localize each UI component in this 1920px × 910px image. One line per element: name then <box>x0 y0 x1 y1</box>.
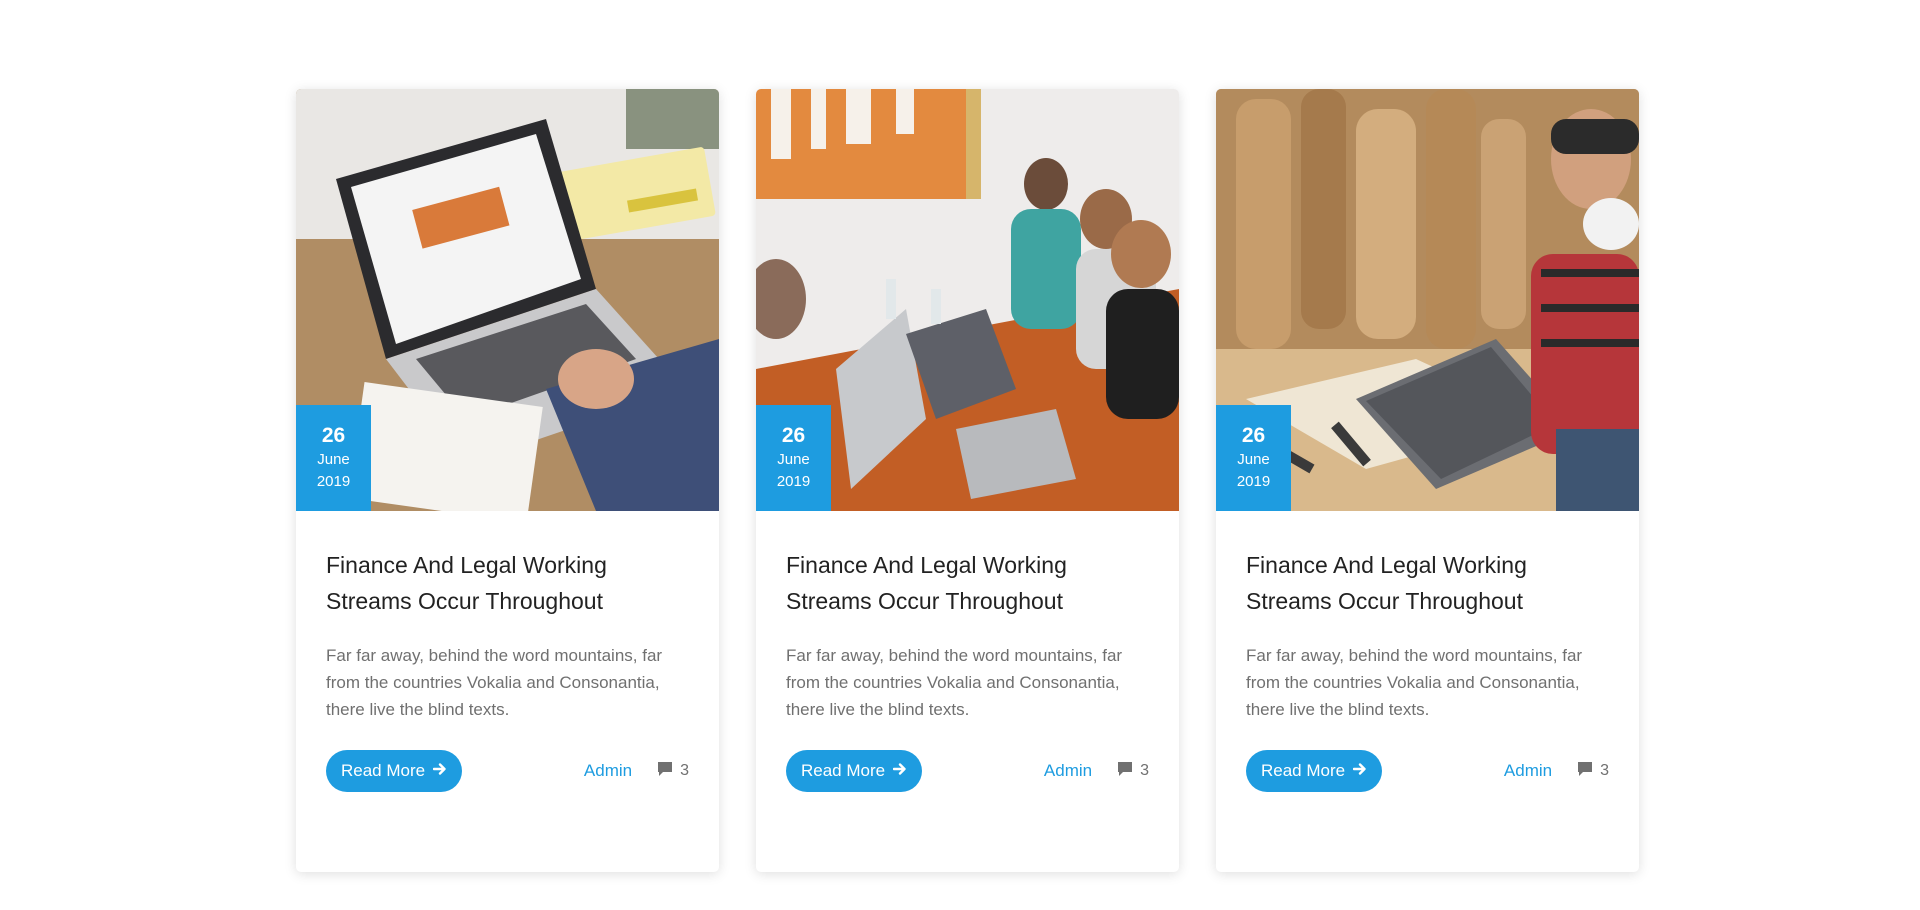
date-badge: 26 June 2019 <box>296 405 371 511</box>
card-body: Finance And Legal Working Streams Occur … <box>1216 511 1639 792</box>
meta-right: Admin 3 <box>1504 760 1609 783</box>
date-year: 2019 <box>776 473 811 490</box>
excerpt-line: there live the blind texts. <box>786 700 970 719</box>
author-link[interactable]: Admin <box>1504 761 1552 781</box>
read-more-label: Read More <box>801 761 886 780</box>
read-more-label: Read More <box>341 761 426 780</box>
card-body: Finance And Legal Working Streams Occur … <box>296 511 719 792</box>
post-excerpt: Far far away, behind the word mountains,… <box>786 642 1149 723</box>
excerpt-line: there live the blind texts. <box>326 700 510 719</box>
post-image-team-meeting[interactable]: 26 June 2019 <box>756 89 1179 511</box>
comment-count: 3 <box>1140 762 1149 779</box>
blog-card: 26 June 2019 Finance And Legal Working S… <box>296 89 719 872</box>
arrow-right-icon <box>892 761 907 781</box>
author-link[interactable]: Admin <box>584 761 632 781</box>
date-month: June <box>777 451 810 468</box>
card-meta: Read More Admin 3 <box>1246 750 1609 792</box>
arrow-right-icon <box>1352 761 1367 781</box>
post-title-line: Finance And Legal Working <box>786 552 1067 578</box>
date-day: 26 <box>321 424 346 447</box>
comment-icon <box>656 760 674 783</box>
post-excerpt: Far far away, behind the word mountains,… <box>1246 642 1609 723</box>
date-year: 2019 <box>1236 473 1271 490</box>
card-body: Finance And Legal Working Streams Occur … <box>756 511 1179 792</box>
date-month: June <box>1237 451 1270 468</box>
read-more-label: Read More <box>1261 761 1346 780</box>
card-meta: Read More Admin 3 <box>326 750 689 792</box>
meta-right: Admin 3 <box>1044 760 1149 783</box>
meta-right: Admin 3 <box>584 760 689 783</box>
card-meta: Read More Admin 3 <box>786 750 1149 792</box>
post-image-woodworker[interactable]: 26 June 2019 <box>1216 89 1639 511</box>
date-year: 2019 <box>316 473 351 490</box>
post-title[interactable]: Finance And Legal Working Streams Occur … <box>326 547 689 619</box>
excerpt-line: from the countries Vokalia and Consonant… <box>1246 673 1580 692</box>
post-title-line: Finance And Legal Working <box>1246 552 1527 578</box>
post-title[interactable]: Finance And Legal Working Streams Occur … <box>1246 547 1609 619</box>
post-title[interactable]: Finance And Legal Working Streams Occur … <box>786 547 1149 619</box>
date-badge: 26 June 2019 <box>756 405 831 511</box>
comment-icon <box>1576 760 1594 783</box>
read-more-button[interactable]: Read More <box>326 750 463 792</box>
arrow-right-icon <box>432 761 447 781</box>
post-title-line: Streams Occur Throughout <box>786 588 1063 614</box>
excerpt-line: from the countries Vokalia and Consonant… <box>786 673 1120 692</box>
excerpt-line: Far far away, behind the word mountains,… <box>786 646 1123 665</box>
comment-icon <box>1116 760 1134 783</box>
post-title-line: Finance And Legal Working <box>326 552 607 578</box>
blog-card-row: 26 June 2019 Finance And Legal Working S… <box>296 89 1639 872</box>
author-link[interactable]: Admin <box>1044 761 1092 781</box>
blog-card: 26 June 2019 Finance And Legal Working S… <box>1216 89 1639 872</box>
post-image-laptop-on-desk[interactable]: 26 June 2019 <box>296 89 719 511</box>
excerpt-line: there live the blind texts. <box>1246 700 1430 719</box>
post-title-line: Streams Occur Throughout <box>326 588 603 614</box>
blog-card: 26 June 2019 Finance And Legal Working S… <box>756 89 1179 872</box>
comments-link[interactable]: 3 <box>656 760 689 783</box>
date-month: June <box>317 451 350 468</box>
read-more-button[interactable]: Read More <box>1246 750 1383 792</box>
excerpt-line: Far far away, behind the word mountains,… <box>326 646 663 665</box>
date-day: 26 <box>1241 424 1266 447</box>
post-excerpt: Far far away, behind the word mountains,… <box>326 642 689 723</box>
excerpt-line: Far far away, behind the word mountains,… <box>1246 646 1583 665</box>
comment-count: 3 <box>680 762 689 779</box>
read-more-button[interactable]: Read More <box>786 750 923 792</box>
post-title-line: Streams Occur Throughout <box>1246 588 1523 614</box>
excerpt-line: from the countries Vokalia and Consonant… <box>326 673 660 692</box>
comments-link[interactable]: 3 <box>1576 760 1609 783</box>
date-badge: 26 June 2019 <box>1216 405 1291 511</box>
date-day: 26 <box>781 424 806 447</box>
comments-link[interactable]: 3 <box>1116 760 1149 783</box>
comment-count: 3 <box>1600 762 1609 779</box>
blog-section: 26 June 2019 Finance And Legal Working S… <box>0 0 1920 910</box>
